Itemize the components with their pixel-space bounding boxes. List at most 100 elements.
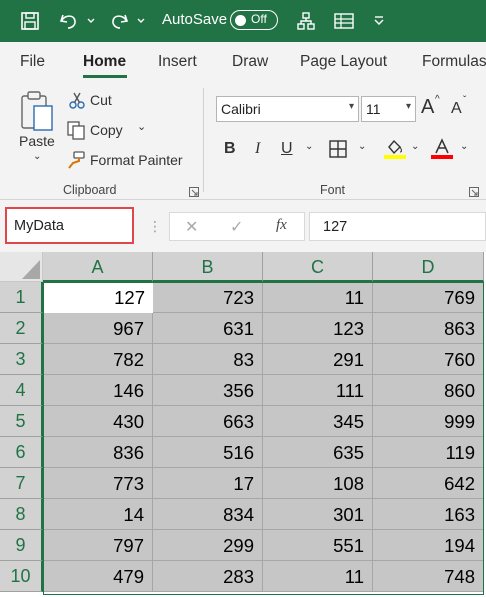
paste-dropdown-icon[interactable]: ⌄ [33,151,41,162]
row-header-2[interactable]: 2 [0,313,43,344]
cell-a8[interactable]: 14 [43,499,153,530]
cell-a4[interactable]: 146 [43,375,153,406]
tab-home[interactable]: Home [83,53,126,71]
cell-c2[interactable]: 123 [263,313,373,344]
cell-a1[interactable]: 127 [43,282,153,313]
column-header-d[interactable]: D [373,252,484,282]
cell-d10[interactable]: 748 [373,561,484,592]
undo-dropdown-icon[interactable] [86,0,96,42]
italic-button[interactable]: I [255,140,260,158]
cell-a6[interactable]: 836 [43,437,153,468]
form-icon[interactable] [333,0,355,42]
cell-b1[interactable]: 723 [153,282,263,313]
format-painter-label[interactable]: Format Painter [90,152,183,168]
shrink-font-button[interactable]: A [451,100,462,118]
row-header-8[interactable]: 8 [0,499,43,530]
row-header-5[interactable]: 5 [0,406,43,437]
row-header-6[interactable]: 6 [0,437,43,468]
column-header-a[interactable]: A [43,252,153,282]
cell-a3[interactable]: 782 [43,344,153,375]
column-header-c[interactable]: C [263,252,373,282]
save-icon[interactable] [20,0,40,42]
cancel-icon[interactable]: ✕ [185,217,198,237]
row-header-1[interactable]: 1 [0,282,43,313]
font-color-dropdown-icon[interactable]: ⌄ [460,141,468,152]
undo-icon[interactable] [58,0,80,42]
cell-c5[interactable]: 345 [263,406,373,437]
autosave-toggle[interactable]: Off [230,10,278,30]
column-header-b[interactable]: B [153,252,263,282]
redo-icon[interactable] [108,0,130,42]
row-header-9[interactable]: 9 [0,530,43,561]
cell-a10[interactable]: 479 [43,561,153,592]
copy-label[interactable]: Copy [90,122,123,138]
cell-b6[interactable]: 516 [153,437,263,468]
formula-bar-grip[interactable]: ⋮ [148,218,162,235]
cell-b2[interactable]: 631 [153,313,263,344]
insert-function-icon[interactable]: fx [276,217,287,234]
name-box[interactable]: MyData [5,207,134,244]
cell-a2[interactable]: 967 [43,313,153,344]
underline-dropdown-icon[interactable]: ⌄ [305,141,313,152]
copy-icon[interactable] [66,120,86,145]
cell-c4[interactable]: 111 [263,375,373,406]
hierarchy-icon[interactable] [296,0,316,42]
row-header-4[interactable]: 4 [0,375,43,406]
cut-label[interactable]: Cut [90,92,112,108]
redo-dropdown-icon[interactable] [136,0,146,42]
tab-draw[interactable]: Draw [232,53,268,71]
cell-b10[interactable]: 283 [153,561,263,592]
cell-c3[interactable]: 291 [263,344,373,375]
cell-d4[interactable]: 860 [373,375,484,406]
cell-d3[interactable]: 760 [373,344,484,375]
cell-b9[interactable]: 299 [153,530,263,561]
font-size-select[interactable]: 11 ▾ [361,96,416,122]
tab-formulas[interactable]: Formulas [422,53,486,71]
enter-icon[interactable]: ✓ [230,217,243,237]
row-header-7[interactable]: 7 [0,468,43,499]
cell-b3[interactable]: 83 [153,344,263,375]
cell-a9[interactable]: 797 [43,530,153,561]
cell-b4[interactable]: 356 [153,375,263,406]
select-all-corner[interactable] [0,252,43,282]
customize-dropdown-icon[interactable] [373,0,385,42]
row-header-10[interactable]: 10 [0,561,43,592]
bold-button[interactable]: B [224,140,236,158]
font-color-icon[interactable] [430,137,454,166]
cut-icon[interactable] [68,91,86,114]
tab-file[interactable]: File [20,53,45,71]
paste-icon[interactable] [19,90,55,137]
grow-font-button[interactable]: A [421,96,434,119]
cell-d8[interactable]: 163 [373,499,484,530]
copy-dropdown-icon[interactable]: ⌄ [137,120,146,133]
cell-d2[interactable]: 863 [373,313,484,344]
cell-b8[interactable]: 834 [153,499,263,530]
underline-button[interactable]: U [281,140,293,158]
borders-dropdown-icon[interactable]: ⌄ [358,141,366,152]
tab-insert[interactable]: Insert [158,53,197,71]
cell-b5[interactable]: 663 [153,406,263,437]
borders-icon[interactable] [328,139,348,164]
cell-c7[interactable]: 108 [263,468,373,499]
cell-c6[interactable]: 635 [263,437,373,468]
cell-c1[interactable]: 11 [263,282,373,313]
cell-c10[interactable]: 11 [263,561,373,592]
format-painter-icon[interactable] [66,150,86,175]
fill-color-icon[interactable] [383,137,407,166]
cell-d9[interactable]: 194 [373,530,484,561]
cell-d1[interactable]: 769 [373,282,484,313]
cell-c8[interactable]: 301 [263,499,373,530]
cell-b7[interactable]: 17 [153,468,263,499]
fill-color-dropdown-icon[interactable]: ⌄ [411,141,419,152]
cell-a7[interactable]: 773 [43,468,153,499]
cell-a5[interactable]: 430 [43,406,153,437]
cell-c9[interactable]: 551 [263,530,373,561]
paste-label[interactable]: Paste [19,133,55,149]
tab-page-layout[interactable]: Page Layout [300,53,387,71]
cell-d6[interactable]: 119 [373,437,484,468]
font-family-select[interactable]: Calibri ▾ [216,96,359,122]
cell-d5[interactable]: 999 [373,406,484,437]
cell-d7[interactable]: 642 [373,468,484,499]
formula-input[interactable]: 127 [309,212,486,241]
row-header-3[interactable]: 3 [0,344,43,375]
